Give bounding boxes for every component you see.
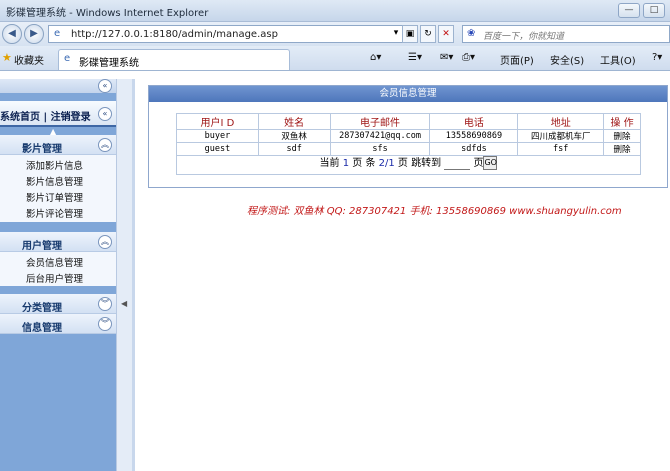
forward-arrow-icon[interactable]: ▶ <box>24 24 44 44</box>
tools-menu[interactable]: 工具(O) <box>600 52 636 67</box>
ie-tab-icon: e <box>64 53 71 64</box>
star-icon[interactable]: ★ <box>2 51 12 64</box>
sidebar-item-admin-users[interactable]: 后台用户管理 <box>26 271 83 285</box>
back-arrow-icon[interactable]: ◀ <box>2 24 22 44</box>
sidebar-splitter[interactable]: ◀ <box>116 79 132 471</box>
pager-page-label-3: 页 <box>473 158 484 169</box>
sidebar-item-add-film[interactable]: 添加影片信息 <box>26 158 83 172</box>
pager-jump-input[interactable] <box>444 156 471 170</box>
chevron-up-icon[interactable]: ︽ <box>98 138 112 152</box>
address-row: ◀ ▶ e http://127.0.0.1:8180/admin/manage… <box>0 22 670 46</box>
pager-total: 2/1 <box>378 158 395 169</box>
group-title-category: 分类管理 <box>22 303 62 314</box>
group-header-info[interactable]: 信息管理 ︾ <box>0 314 116 334</box>
sidebar-item-members[interactable]: 会员信息管理 <box>26 255 83 269</box>
group-info: 信息管理 ︾ <box>0 314 116 334</box>
mail-icon[interactable]: ✉▾ <box>440 52 453 63</box>
group-header-film[interactable]: 影片管理 ︽ <box>0 135 116 155</box>
print-icon[interactable]: ⎙▾ <box>462 52 475 63</box>
sidebar-item-film-orders[interactable]: 影片订单管理 <box>26 190 83 204</box>
cell-address: 四川成都机车厂 <box>517 129 605 143</box>
pager-page-label: 页 <box>352 158 363 169</box>
help-icon[interactable]: ?▾ <box>652 52 662 63</box>
sidebar: « 系统首页 | 注销登录 « ▲ 影片管理 ︽ 添加影片信息 影片信息管理 影… <box>0 79 116 471</box>
address-bar[interactable]: e http://127.0.0.1:8180/admin/manage.asp <box>48 25 408 43</box>
table-row: buyer 双鱼林 287307421@qq.com 13558690869 四… <box>176 129 641 143</box>
sidebar-item-film-comments[interactable]: 影片评论管理 <box>26 206 83 220</box>
col-email: 电子邮件 <box>329 113 431 130</box>
page-content: « 系统首页 | 注销登录 « ▲ 影片管理 ︽ 添加影片信息 影片信息管理 影… <box>0 71 670 471</box>
search-box[interactable]: ❀ 百度一下，你就知道 <box>462 25 670 43</box>
group-header-user[interactable]: 用户管理 ︽ <box>0 232 116 252</box>
chevron-up-icon[interactable]: ︽ <box>98 235 112 249</box>
footer-credits: 程序测试: 双鱼林 QQ: 287307421 手机: 13558690869 … <box>247 206 622 217</box>
group-header-category[interactable]: 分类管理 ︾ <box>0 294 116 314</box>
sidebar-item-film-info[interactable]: 影片信息管理 <box>26 174 83 188</box>
pager-jump-label: 跳转到 <box>411 158 442 169</box>
refresh-icon[interactable]: ↻ <box>420 25 436 43</box>
collapse-all-icon[interactable]: « <box>98 79 112 93</box>
compat-icon[interactable]: ▣ <box>402 25 418 43</box>
group-category: 分类管理 ︾ <box>0 294 116 314</box>
cell-phone: 13558690869 <box>429 129 519 143</box>
pager-page-label-2: 页 <box>397 158 408 169</box>
browser-tab[interactable]: e 影碟管理系统 <box>58 49 290 70</box>
cell-name: 双鱼林 <box>257 129 331 143</box>
sidebar-collapse-icon[interactable]: « <box>98 107 112 121</box>
delete-link[interactable]: 删除 <box>603 129 641 143</box>
chevron-down-icon[interactable]: ︾ <box>98 317 112 331</box>
divider <box>132 79 135 471</box>
col-phone: 电话 <box>429 113 519 130</box>
page-menu[interactable]: 页面(P) <box>500 52 534 67</box>
cell-userid: buyer <box>176 129 259 143</box>
search-placeholder: 百度一下，你就知道 <box>483 32 565 42</box>
stop-icon[interactable]: ✕ <box>438 25 454 43</box>
window-titlebar: 影碟管理系统 - Windows Internet Explorer — □ <box>0 0 670 22</box>
maximize-button[interactable]: □ <box>643 3 665 18</box>
collapse-left-icon[interactable]: ◀ <box>121 299 127 308</box>
baidu-paw-icon: ❀ <box>467 28 476 39</box>
panel-title: 会员信息管理 <box>149 86 667 102</box>
cell-email: 287307421@qq.com <box>329 129 431 143</box>
col-action: 操 作 <box>603 113 641 130</box>
home-icon[interactable]: ⌂▾ <box>370 52 381 63</box>
group-title-film: 影片管理 <box>22 144 62 155</box>
pager: 当前 1 页 条 2/1 页 跳转到 页GO <box>176 154 641 175</box>
url-text: http://127.0.0.1:8180/admin/manage.asp <box>71 29 278 40</box>
group-user: 用户管理 ︽ 会员信息管理 后台用户管理 <box>0 232 116 286</box>
group-film: 影片管理 ︽ 添加影片信息 影片信息管理 影片订单管理 影片评论管理 <box>0 135 116 222</box>
ie-page-icon: e <box>54 28 61 39</box>
window-title: 影碟管理系统 - Windows Internet Explorer <box>6 8 209 19</box>
safety-menu[interactable]: 安全(S) <box>550 52 584 67</box>
col-address: 地址 <box>517 113 605 130</box>
tab-command-row: ★ 收藏夹 e 影碟管理系统 ⌂▾ ☰▾ ✉▾ ⎙▾ 页面(P) 安全(S) 工… <box>0 46 670 71</box>
sidebar-header: 系统首页 | 注销登录 « <box>0 101 116 127</box>
pager-page-number: 1 <box>342 158 350 169</box>
tab-title: 影碟管理系统 <box>79 58 139 69</box>
group-title-info: 信息管理 <box>22 323 62 334</box>
go-button[interactable]: GO <box>483 156 498 170</box>
feeds-icon[interactable]: ☰▾ <box>408 52 422 63</box>
pager-total-label: 条 <box>365 158 376 169</box>
col-name: 姓名 <box>257 113 331 130</box>
sidebar-top-bar: « <box>0 79 116 93</box>
member-panel: 会员信息管理 用户I D 姓名 电子邮件 电话 地址 操 作 buyer 双鱼林… <box>148 85 668 188</box>
member-table: 用户I D 姓名 电子邮件 电话 地址 操 作 buyer 双鱼林 287307… <box>176 113 641 156</box>
group-title-user: 用户管理 <box>22 241 62 252</box>
chevron-down-icon[interactable]: ︾ <box>98 297 112 311</box>
pager-current-label: 当前 <box>319 158 340 169</box>
sidebar-header-links[interactable]: 系统首页 | 注销登录 <box>0 108 91 123</box>
favorites-link[interactable]: 收藏夹 <box>14 52 44 67</box>
col-userid: 用户I D <box>176 113 259 130</box>
minimize-button[interactable]: — <box>618 3 640 18</box>
